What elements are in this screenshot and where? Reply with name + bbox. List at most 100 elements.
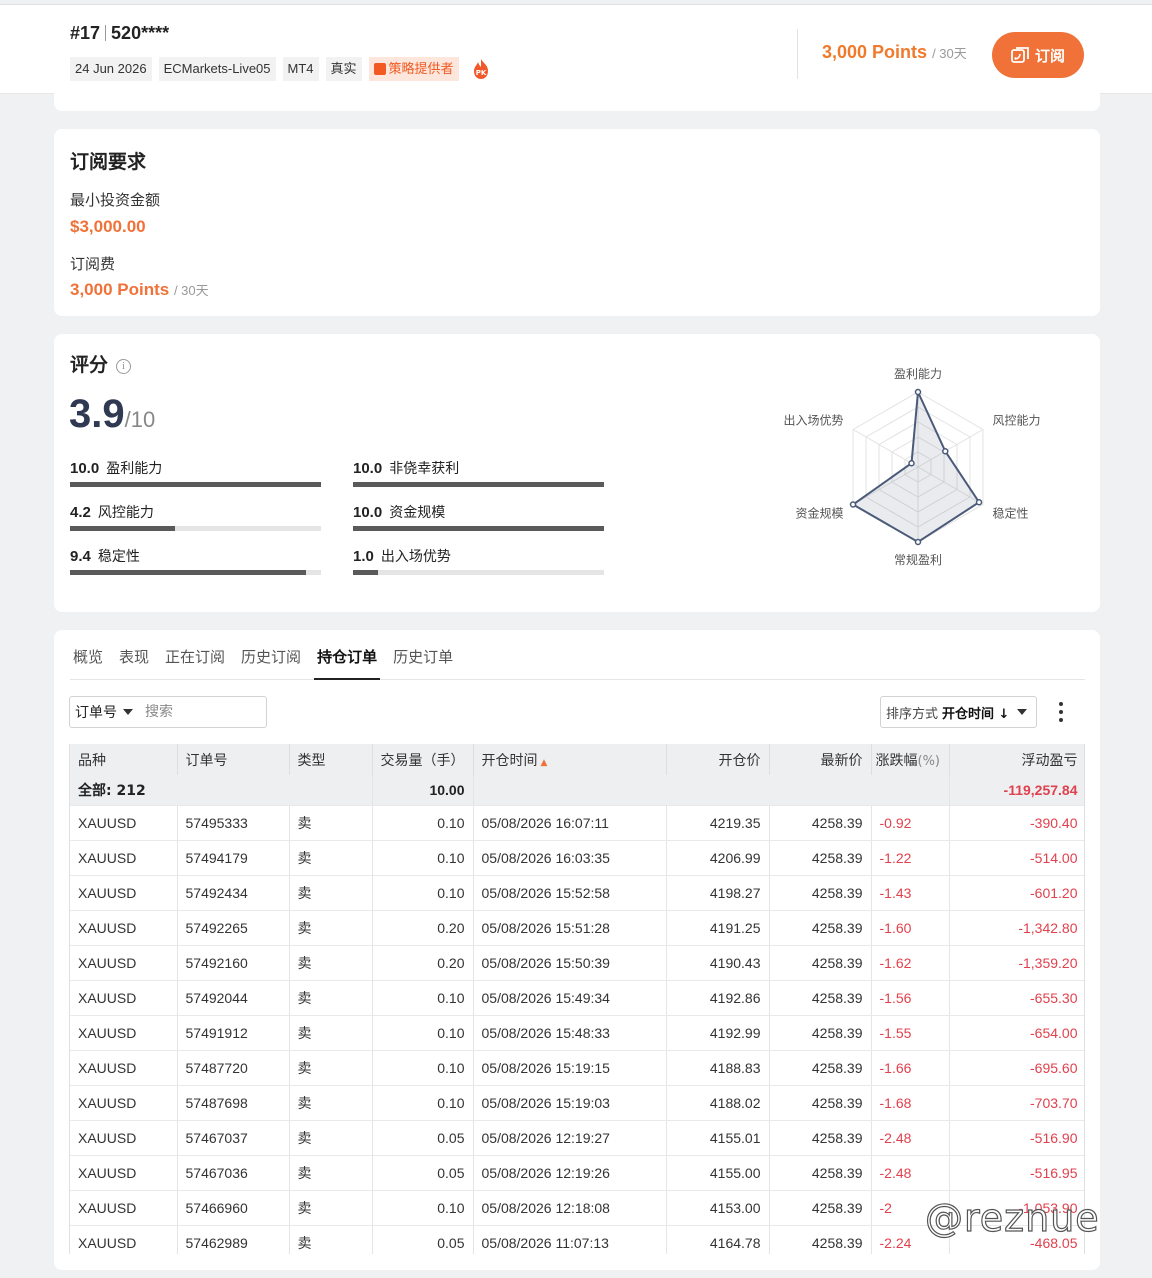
col-open-price[interactable]: 开仓价 bbox=[666, 744, 770, 775]
table-row[interactable]: XAUUSD 57491912 卖 0.10 05/08/2026 15:48:33 41… bbox=[70, 1015, 1084, 1051]
table-cell: XAUUSD bbox=[70, 1120, 178, 1156]
table-cell: 57494179 bbox=[177, 840, 290, 876]
table-cell: 57495333 bbox=[177, 805, 290, 841]
table-cell: -655.30 bbox=[949, 980, 1084, 1016]
col-open-time[interactable]: 开仓时间 ▲ bbox=[473, 744, 667, 775]
svg-text:PK: PK bbox=[475, 69, 486, 77]
subscribe-icon bbox=[1011, 47, 1029, 63]
search-input[interactable] bbox=[145, 704, 255, 720]
table-cell: -516.95 bbox=[949, 1155, 1084, 1191]
radar-label: 出入场优势 bbox=[783, 414, 843, 428]
table-cell: 4155.00 bbox=[666, 1155, 770, 1191]
fee-label: 订阅费 bbox=[70, 255, 116, 273]
table-row[interactable]: XAUUSD 57495333 卖 0.10 05/08/2026 16:07:11 42… bbox=[70, 805, 1084, 841]
table-row[interactable]: XAUUSD 57492265 卖 0.20 05/08/2026 15:51:28 41… bbox=[70, 910, 1084, 946]
tab-overview[interactable]: 概览 bbox=[70, 642, 106, 680]
table-cell: -2 bbox=[871, 1190, 950, 1226]
table-cell: 4188.02 bbox=[666, 1085, 770, 1121]
table-cell: -1,359.20 bbox=[949, 945, 1084, 981]
info-icon[interactable]: i bbox=[116, 359, 132, 374]
search-field-select[interactable]: 订单号 bbox=[70, 702, 145, 722]
table-cell: 卖 bbox=[289, 945, 373, 981]
table-row[interactable]: XAUUSD 57492044 卖 0.10 05/08/2026 15:49:34 41… bbox=[70, 980, 1084, 1016]
table-row[interactable]: XAUUSD 57492434 卖 0.10 05/08/2026 15:52:58 41… bbox=[70, 875, 1084, 911]
table-cell: 卖 bbox=[289, 1085, 373, 1121]
table-cell: 4219.35 bbox=[666, 805, 770, 841]
table-cell: 05/08/2026 15:51:28 bbox=[473, 910, 667, 946]
table-cell: 卖 bbox=[289, 1155, 373, 1191]
tab-open-orders[interactable]: 持仓订单 bbox=[314, 642, 381, 680]
table-cell: 05/08/2026 15:19:03 bbox=[473, 1085, 667, 1121]
table-cell: 57487720 bbox=[177, 1050, 290, 1086]
min-invest-label: 最小投资金额 bbox=[70, 191, 161, 209]
col-latest-price[interactable]: 最新价 bbox=[769, 744, 872, 775]
table-row[interactable]: XAUUSD 57494179 卖 0.10 05/08/2026 16:03:35 42… bbox=[70, 840, 1084, 876]
radar-label: 稳定性 bbox=[993, 506, 1029, 521]
table-cell: 05/08/2026 11:07:13 bbox=[473, 1225, 667, 1254]
table-row[interactable]: XAUUSD 57462989 卖 0.05 05/08/2026 11:07:13 41… bbox=[70, 1225, 1084, 1254]
col-floating-pnl[interactable]: 浮动盈亏 bbox=[949, 744, 1084, 775]
radar-series bbox=[851, 388, 981, 544]
table-cell: 卖 bbox=[289, 1050, 373, 1086]
table-cell: 0.10 bbox=[372, 875, 474, 911]
tab-performance[interactable]: 表现 bbox=[116, 642, 152, 680]
col-order-id[interactable]: 订单号 bbox=[177, 744, 290, 775]
account-number: 520**** bbox=[111, 23, 170, 43]
table-cell: -1,053.90 bbox=[949, 1190, 1084, 1226]
overall-score: 3.9/10 bbox=[69, 392, 156, 436]
table-row[interactable]: XAUUSD 57466960 卖 0.10 05/08/2026 12:18:08 41… bbox=[70, 1190, 1084, 1226]
table-cell: 05/08/2026 12:19:26 bbox=[473, 1155, 667, 1191]
table-row[interactable]: XAUUSD 57487720 卖 0.10 05/08/2026 15:19:15 41… bbox=[70, 1050, 1084, 1086]
table-cell: 卖 bbox=[289, 840, 373, 876]
table-cell: -2.48 bbox=[871, 1120, 950, 1156]
metric-bar-fill bbox=[70, 570, 306, 575]
table-cell: 4190.43 bbox=[666, 945, 770, 981]
metric-entry-exit: 1.0 出入场优势 bbox=[353, 546, 604, 575]
col-volume[interactable]: 交易量（手） bbox=[372, 744, 474, 775]
table-cell: 05/08/2026 15:52:58 bbox=[473, 875, 667, 911]
metric-bar-fill bbox=[70, 482, 321, 487]
metric-bar-fill bbox=[353, 482, 604, 487]
more-options-icon[interactable] bbox=[1054, 700, 1068, 724]
table-cell: 05/08/2026 15:49:34 bbox=[473, 980, 667, 1016]
tab-subscribing[interactable]: 正在订阅 bbox=[162, 642, 228, 680]
table-cell: -1.43 bbox=[871, 875, 950, 911]
account-title: #17 520**** bbox=[70, 23, 169, 44]
table-cell: 4258.39 bbox=[769, 875, 872, 911]
table-cell: 4258.39 bbox=[769, 1225, 872, 1254]
chevron-down-icon bbox=[123, 709, 133, 715]
table-row[interactable]: XAUUSD 57467037 卖 0.05 05/08/2026 12:19:27 41… bbox=[70, 1120, 1084, 1156]
col-type[interactable]: 类型 bbox=[289, 744, 373, 775]
metric-risk-control: 4.2 风控能力 bbox=[70, 502, 321, 531]
table-cell: 57492044 bbox=[177, 980, 290, 1016]
col-change-pct[interactable]: 涨跌幅(%) bbox=[871, 744, 950, 775]
table-cell: 卖 bbox=[289, 1015, 373, 1051]
table-row[interactable]: XAUUSD 57492160 卖 0.20 05/08/2026 15:50:39 41… bbox=[70, 945, 1084, 981]
table-cell: -1.60 bbox=[871, 910, 950, 946]
table-cell: 57492160 bbox=[177, 945, 290, 981]
tab-history-subscriptions[interactable]: 历史订阅 bbox=[238, 642, 304, 680]
orders-card: 概览 表现 正在订阅 历史订阅 持仓订单 历史订单 订单号 排序方式 开仓时间 … bbox=[54, 630, 1100, 1270]
col-symbol[interactable]: 品种 bbox=[70, 744, 178, 775]
table-cell: XAUUSD bbox=[70, 910, 178, 946]
subscription-price: 3,000 Points / 30天 bbox=[822, 42, 967, 62]
table-cell: 0.05 bbox=[372, 1225, 474, 1254]
metric-fund-size: 10.0 资金规模 bbox=[353, 502, 604, 531]
table-cell: 57467036 bbox=[177, 1155, 290, 1191]
sort-select[interactable]: 排序方式 开仓时间 ↓ bbox=[880, 696, 1037, 728]
total-label: 全部: 212 bbox=[70, 775, 373, 806]
sort-icon[interactable]: ▲ bbox=[541, 758, 548, 768]
table-cell: XAUUSD bbox=[70, 1050, 178, 1086]
table-row[interactable]: XAUUSD 57467036 卖 0.05 05/08/2026 12:19:26 41… bbox=[70, 1155, 1084, 1191]
table-cell: 4192.86 bbox=[666, 980, 770, 1016]
table-cell: 4188.83 bbox=[666, 1050, 770, 1086]
table-row[interactable]: XAUUSD 57487698 卖 0.10 05/08/2026 15:19:03 41… bbox=[70, 1085, 1084, 1121]
table-cell: -1.66 bbox=[871, 1050, 950, 1086]
subscription-requirements-card: 订阅要求 最小投资金额 $3,000.00 订阅费 3,000 Points /… bbox=[54, 129, 1100, 316]
subscribe-button[interactable]: 订阅 bbox=[992, 32, 1084, 78]
table-cell: -468.05 bbox=[949, 1225, 1084, 1254]
pk-flame-icon[interactable]: PK bbox=[471, 58, 491, 80]
table-cell: 0.20 bbox=[372, 910, 474, 946]
metric-bar-fill bbox=[70, 526, 176, 531]
tab-history-orders[interactable]: 历史订单 bbox=[390, 642, 456, 680]
